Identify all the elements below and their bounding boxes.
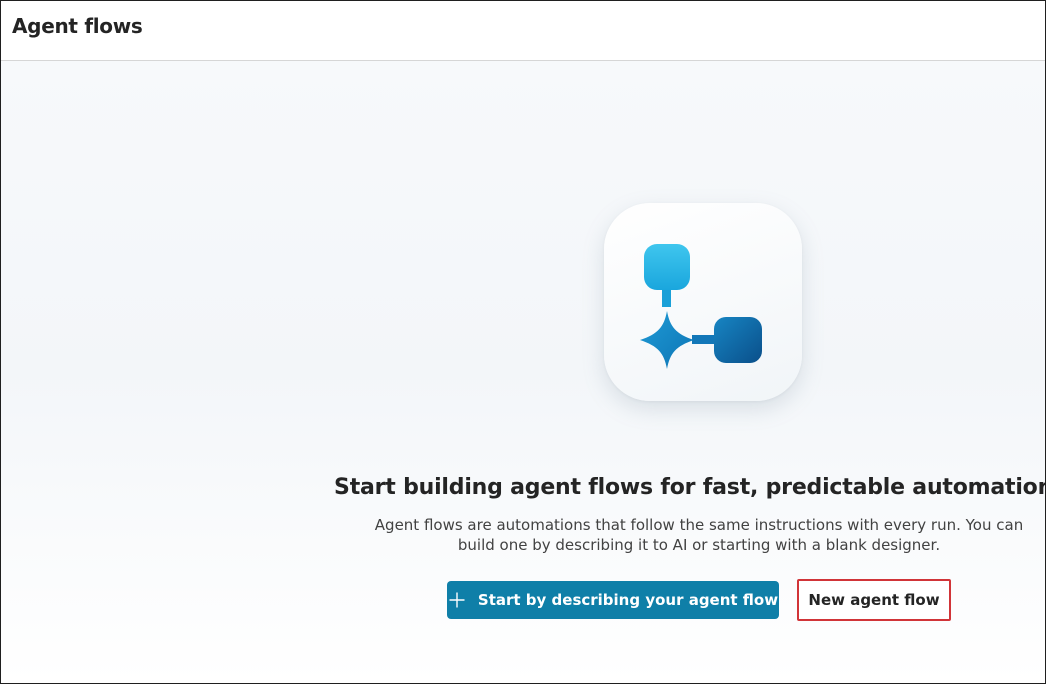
plus-icon	[449, 592, 465, 608]
sparkle-node	[640, 311, 694, 369]
empty-state-description: Agent flows are automations that follow …	[374, 516, 1024, 554]
top-node	[644, 244, 690, 290]
agent-flow-illustration	[640, 244, 762, 369]
empty-state-headline: Start building agent flows for fast, pre…	[334, 475, 1046, 500]
app-window: Agent flows Start building agent flows f…	[0, 0, 1046, 684]
new-agent-flow-button[interactable]: New agent flow	[797, 579, 951, 621]
empty-state-panel: Start building agent flows for fast, pre…	[1, 61, 1045, 683]
right-node	[714, 317, 762, 363]
page-header: Agent flows	[1, 1, 1045, 61]
start-describing-button[interactable]: Start by describing your agent flow	[447, 581, 779, 619]
agent-flow-icon	[604, 203, 802, 401]
start-describing-label: Start by describing your agent flow	[477, 591, 779, 609]
page-title: Agent flows	[12, 14, 143, 38]
